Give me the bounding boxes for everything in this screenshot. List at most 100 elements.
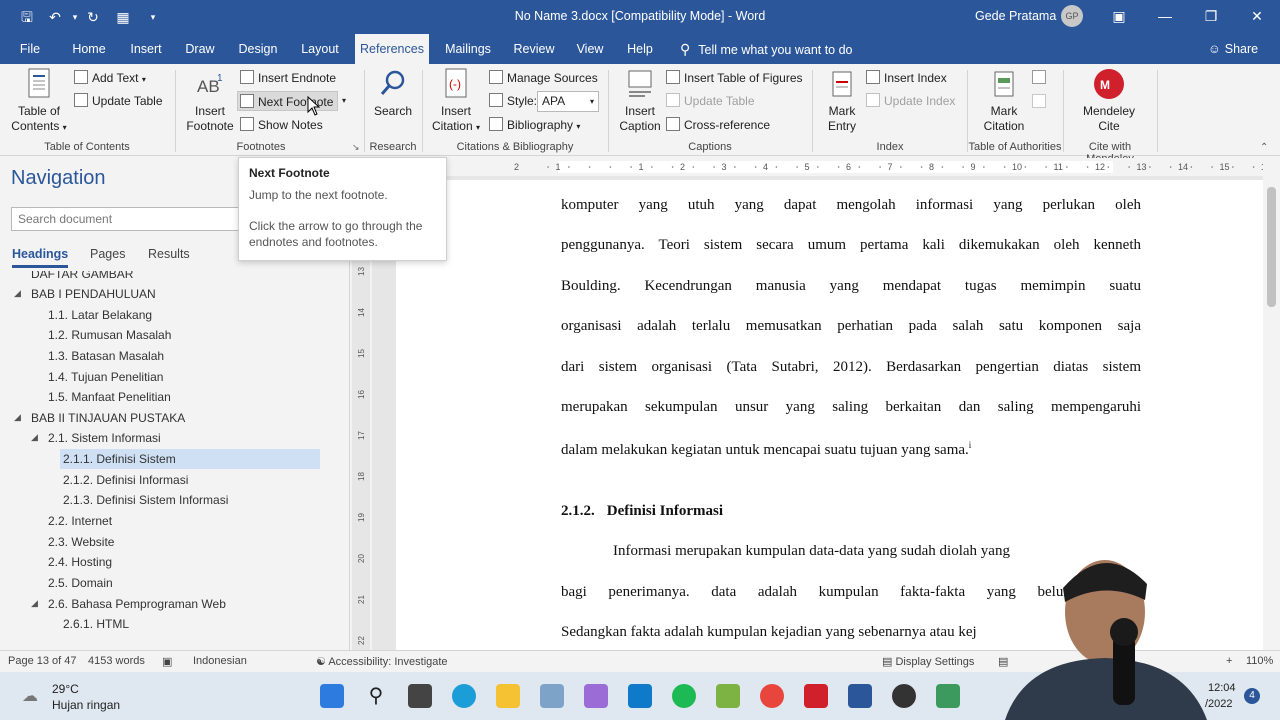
collapse-caret-icon[interactable]: ◢: [31, 598, 38, 609]
heading-item[interactable]: 2.4. Hosting: [48, 552, 112, 572]
heading-item[interactable]: 2.1. Sistem Informasi: [48, 428, 161, 448]
tab-review[interactable]: Review: [508, 34, 560, 64]
insert-caption-button[interactable]: Insert Caption: [612, 68, 668, 134]
search-document-input[interactable]: Search document: [11, 207, 241, 231]
weather-icon[interactable]: ☁: [22, 686, 38, 706]
heading-item[interactable]: BAB II TINJAUAN PUSTAKA: [31, 408, 185, 428]
chrome-icon[interactable]: [760, 684, 784, 708]
word-count[interactable]: 4153 words: [88, 655, 145, 667]
search-icon[interactable]: ⚲: [364, 684, 388, 708]
heading-item[interactable]: 1.3. Batasan Masalah: [48, 346, 164, 366]
mendeley-taskbar-icon[interactable]: [804, 684, 828, 708]
update-index-button[interactable]: Update Index: [866, 91, 955, 111]
scrollbar-thumb[interactable]: [1267, 187, 1276, 307]
next-footnote-button[interactable]: Next Footnote: [237, 91, 339, 111]
language[interactable]: Indonesian: [193, 655, 247, 667]
heading-item[interactable]: 2.1.2. Definisi Informasi: [63, 470, 188, 490]
collapse-ribbon-icon[interactable]: ⌃: [1260, 142, 1268, 153]
next-footnote-dropdown[interactable]: ▾: [342, 91, 346, 111]
heading-item[interactable]: DAFTAR GAMBAR: [31, 271, 133, 284]
save-icon[interactable]: 🖫: [18, 8, 36, 26]
heading-item[interactable]: 1.2. Rumusan Masalah: [48, 325, 171, 345]
tab-references[interactable]: References: [355, 34, 429, 64]
collapse-caret-icon[interactable]: ◢: [14, 412, 21, 423]
accessibility-status[interactable]: ☯ Accessibility: Investigate: [316, 655, 448, 668]
notification-badge[interactable]: 4: [1244, 688, 1260, 704]
update-table-captions-button[interactable]: Update Table: [666, 91, 755, 111]
mark-citation-button[interactable]: Mark Citation: [976, 68, 1032, 134]
avatar[interactable]: GP: [1061, 5, 1083, 27]
search-button[interactable]: Search: [368, 68, 418, 119]
insert-toa-icon[interactable]: [1032, 70, 1046, 84]
close-icon[interactable]: ✕: [1234, 0, 1280, 34]
add-text-button[interactable]: Add Text ▾: [74, 68, 146, 88]
heading-item[interactable]: 2.5. Domain: [48, 573, 113, 593]
update-table-button[interactable]: Update Table: [74, 91, 163, 111]
table-of-contents-button[interactable]: Table of Contents ▾: [6, 68, 72, 135]
insert-endnote-button[interactable]: Insert Endnote: [240, 68, 336, 88]
heading-item[interactable]: 1.5. Manfaat Penelitian: [48, 387, 171, 407]
vertical-scrollbar[interactable]: [1263, 157, 1280, 650]
cross-reference-button[interactable]: Cross-reference: [666, 115, 770, 135]
user-name[interactable]: Gede Pratama: [975, 9, 1056, 23]
heading-item[interactable]: BAB I PENDAHULUAN: [31, 284, 156, 304]
tab-view[interactable]: View: [570, 34, 610, 64]
collapse-caret-icon[interactable]: ◢: [31, 432, 38, 443]
dialog-launcher-icon[interactable]: ↘: [352, 142, 360, 153]
edge-icon[interactable]: [452, 684, 476, 708]
heading-item[interactable]: 2.3. Website: [48, 532, 114, 552]
ribbon-display-icon[interactable]: ▣: [1096, 0, 1142, 34]
undo-dropdown-icon[interactable]: ▾: [66, 8, 84, 26]
tell-me-search[interactable]: ⚲ Tell me what you want to do: [680, 34, 853, 64]
weather-temperature[interactable]: 29°C: [52, 682, 79, 696]
obs-icon[interactable]: [892, 684, 916, 708]
task-view-icon[interactable]: [408, 684, 432, 708]
undo-icon[interactable]: ↶: [46, 8, 64, 26]
weather-description[interactable]: Hujan ringan: [52, 698, 120, 712]
tab-layout[interactable]: Layout: [292, 34, 348, 64]
tab-help[interactable]: Help: [620, 34, 660, 64]
zoom-level[interactable]: 110%: [1246, 655, 1273, 667]
proofing-icon[interactable]: ▣: [162, 655, 172, 668]
heading-item[interactable]: 2.6.1. HTML: [63, 614, 129, 634]
spotify-icon[interactable]: [672, 684, 696, 708]
start-icon[interactable]: [320, 684, 344, 708]
tab-insert[interactable]: Insert: [122, 34, 170, 64]
heading-item[interactable]: 1.1. Latar Belakang: [48, 305, 152, 325]
collapse-caret-icon[interactable]: ◢: [14, 288, 21, 299]
display-settings[interactable]: ▤ Display Settings: [882, 655, 974, 668]
tab-home[interactable]: Home: [62, 34, 116, 64]
update-toa-icon[interactable]: [1032, 94, 1046, 108]
insert-footnote-button[interactable]: AB 1 Insert Footnote: [180, 68, 240, 134]
customize-qa-icon[interactable]: ▦: [114, 8, 132, 26]
qa-more-icon[interactable]: ▾: [144, 8, 162, 26]
heading-item[interactable]: 1.4. Tujuan Penelitian: [48, 367, 163, 387]
bibliography-button[interactable]: Bibliography ▾: [489, 115, 580, 135]
tab-mailings[interactable]: Mailings: [438, 34, 498, 64]
mendeley-cite-button[interactable]: M Mendeley Cite: [1074, 68, 1144, 134]
android-icon[interactable]: [716, 684, 740, 708]
nav-tab-results[interactable]: Results: [148, 247, 190, 261]
insert-table-of-figures-button[interactable]: Insert Table of Figures: [666, 68, 803, 88]
nav-tab-pages[interactable]: Pages: [90, 247, 125, 261]
mark-entry-button[interactable]: Mark Entry: [818, 68, 866, 134]
tab-draw[interactable]: Draw: [176, 34, 224, 64]
photos-icon[interactable]: [540, 684, 564, 708]
insert-index-button[interactable]: Insert Index: [866, 68, 947, 88]
app-icon[interactable]: [936, 684, 960, 708]
heading-item[interactable]: 2.6. Bahasa Pemprograman Web: [48, 594, 226, 614]
tab-file[interactable]: File: [8, 34, 52, 64]
horizontal-ruler[interactable]: 2112345678910111213141516: [448, 158, 1271, 176]
tab-design[interactable]: Design: [230, 34, 286, 64]
heading-item-selected[interactable]: 2.1.1. Definisi Sistem: [60, 449, 320, 469]
footnote-reference[interactable]: i: [969, 440, 972, 450]
heading-item[interactable]: 2.2. Internet: [48, 511, 112, 531]
show-notes-button[interactable]: Show Notes: [240, 115, 323, 135]
word-icon[interactable]: [848, 684, 872, 708]
restore-icon[interactable]: ❐: [1188, 0, 1234, 34]
heading-item[interactable]: 2.1.3. Definisi Sistem Informasi: [63, 490, 228, 510]
snipping-tool-icon[interactable]: [584, 684, 608, 708]
style-dropdown[interactable]: APA ▾: [537, 91, 599, 112]
page-count[interactable]: Page 13 of 47: [8, 655, 77, 667]
app-icon[interactable]: [628, 684, 652, 708]
